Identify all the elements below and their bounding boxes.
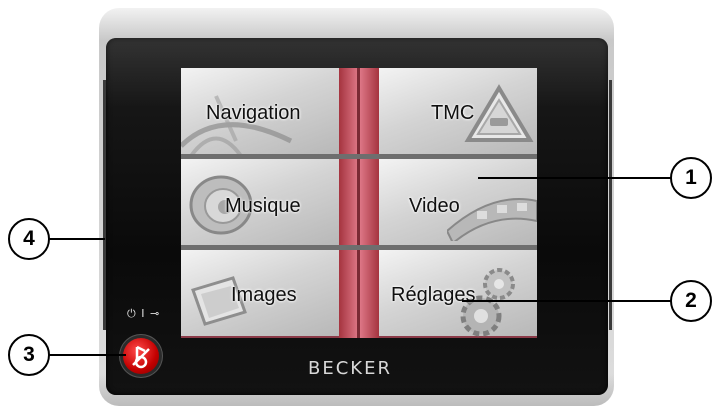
reglages-tile[interactable]: Réglages	[379, 250, 537, 337]
power-symbol: ⏻ I ⊸	[127, 307, 161, 320]
callout-3: 3	[8, 334, 50, 376]
leader-line-1	[478, 177, 671, 179]
leader-line-2	[462, 300, 672, 302]
power-button-icon	[132, 345, 150, 369]
touch-screen: Navigation TMC Musique Video Images Régl…	[181, 68, 537, 338]
traffic-warning-icon	[464, 84, 534, 142]
tmc-label: TMC	[431, 102, 475, 124]
reglages-label: Réglages	[391, 284, 476, 306]
video-tile[interactable]: Video	[379, 159, 537, 245]
musique-tile[interactable]: Musique	[181, 159, 339, 245]
brand-logo: BECKER	[308, 358, 392, 379]
side-key-left[interactable]	[103, 80, 106, 330]
power-button[interactable]	[123, 338, 159, 374]
video-label: Video	[409, 195, 460, 217]
leader-line-4	[48, 238, 105, 240]
film-strip-icon	[447, 198, 537, 241]
tmc-tile[interactable]: TMC	[379, 68, 537, 154]
callout-4: 4	[8, 218, 50, 260]
callout-1: 1	[670, 157, 712, 199]
vertical-divider-gap	[357, 68, 360, 338]
images-label: Images	[231, 284, 297, 306]
callout-2: 2	[670, 280, 712, 322]
navigation-label: Navigation	[206, 102, 301, 124]
images-tile[interactable]: Images	[181, 250, 339, 336]
leader-line-3	[48, 354, 126, 356]
side-key-right	[609, 80, 612, 330]
musique-label: Musique	[225, 195, 301, 217]
navigation-tile[interactable]: Navigation	[181, 68, 339, 156]
